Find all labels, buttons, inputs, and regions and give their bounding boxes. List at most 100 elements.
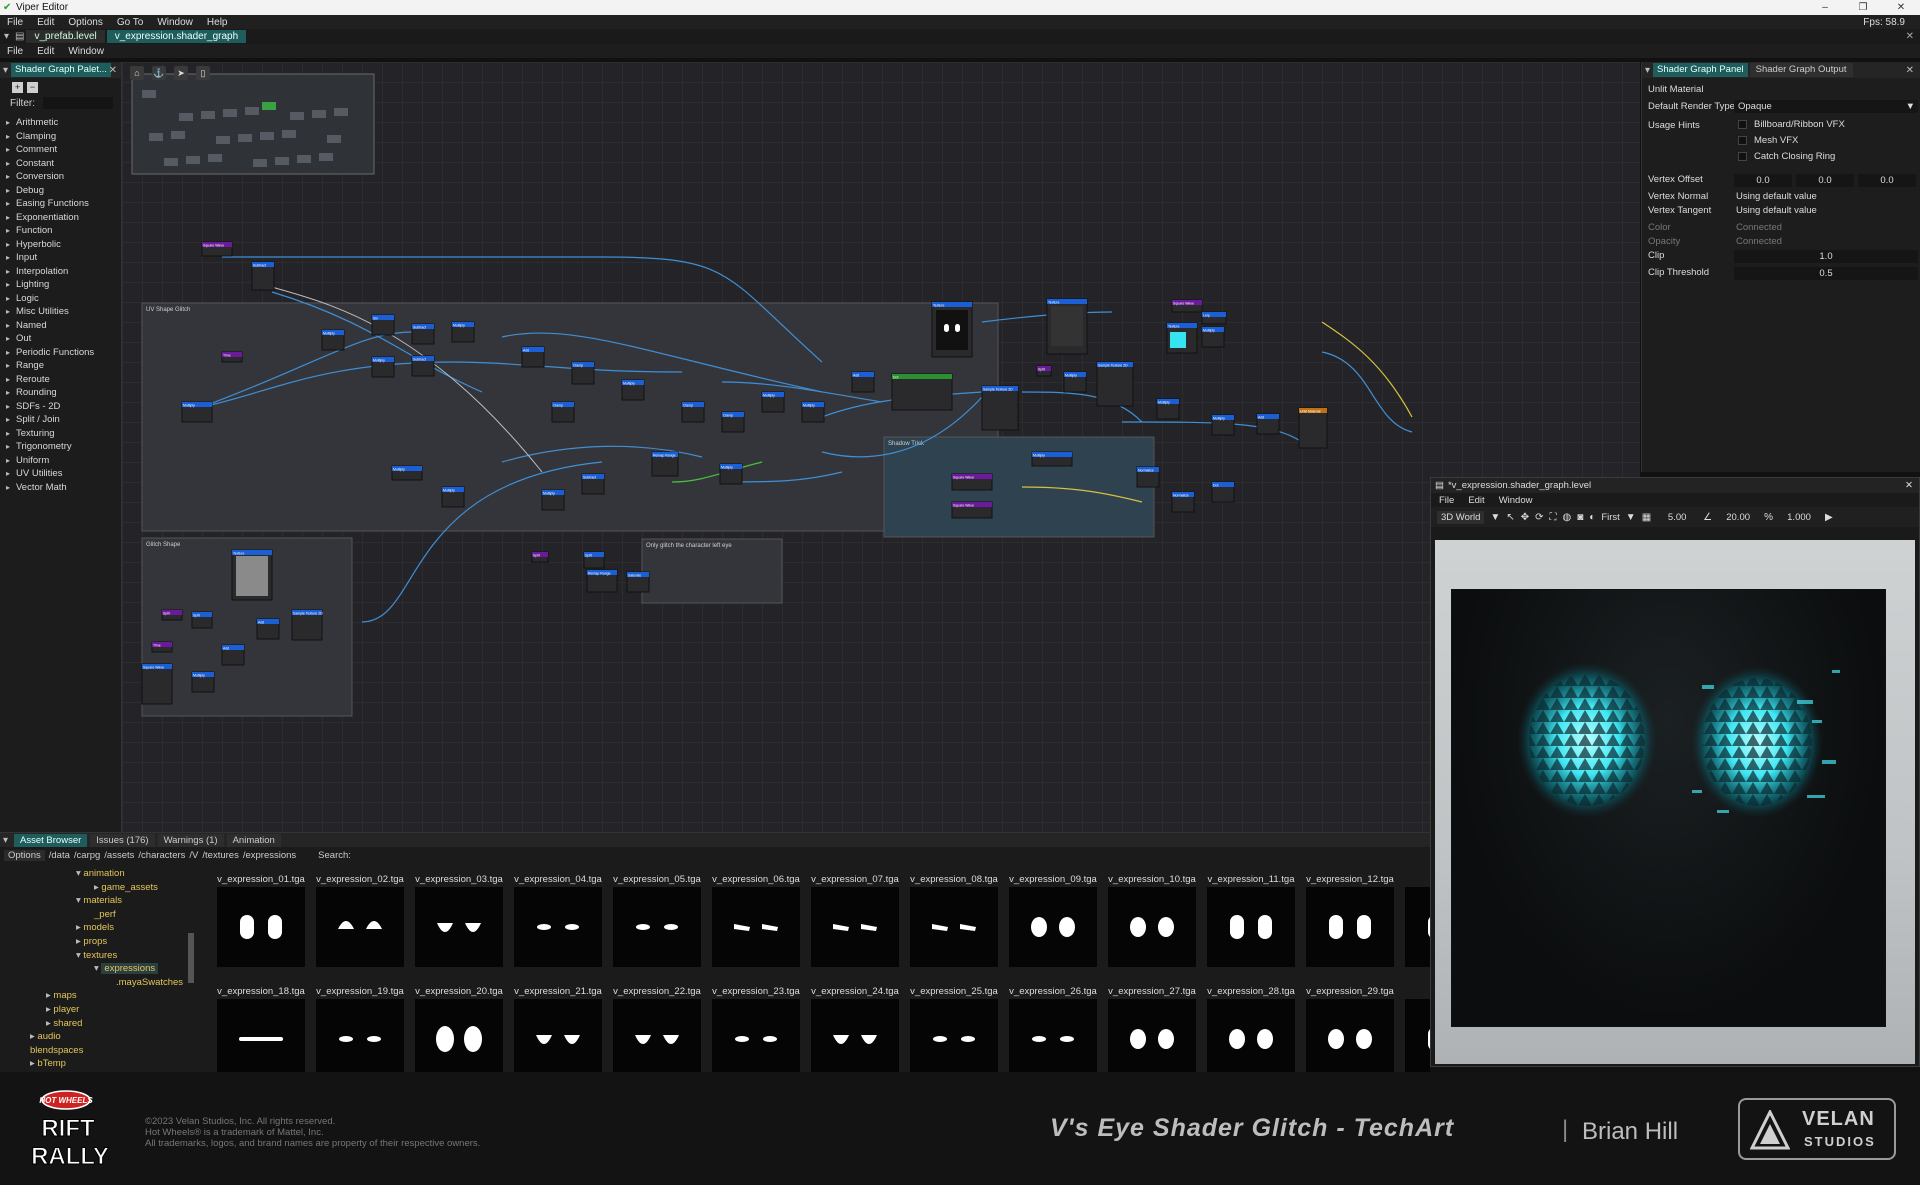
usage-hint-checkbox-1[interactable] [1738,120,1747,129]
asset-thumbnail[interactable]: v_expression_10.tga [1104,873,1200,981]
palette-category[interactable]: Periodic Functions [0,346,121,360]
graph-node[interactable] [1298,407,1328,449]
node-graph[interactable]: UV Shape Glitch Glitch Shape Only glitch t… [122,62,1640,832]
minimap-node[interactable] [253,159,267,167]
node-title[interactable]: Time [223,354,231,358]
tab-warnings[interactable]: Warnings (1) [157,833,224,847]
asset-thumbnail[interactable]: v_expression_11.tga [1203,873,1299,981]
asset-thumbnail[interactable]: v_ex [1401,985,1430,1073]
palette-category[interactable]: UV Utilities [0,467,121,481]
menu-edit[interactable]: Edit [30,17,61,28]
minimap-node[interactable] [260,132,274,140]
node-title[interactable]: Sample Texture 2D [983,388,1013,392]
node-title[interactable]: Subtract [583,476,596,480]
asset-thumbnail[interactable]: v_expression_24.tga [807,985,903,1073]
node-title[interactable]: Multiply [721,466,733,470]
minimap-node[interactable] [297,155,311,163]
tree-folder[interactable]: ▾ expressions [94,962,159,975]
minimap-node[interactable] [312,110,326,118]
asset-thumbnail[interactable]: v_expression_19.tga [312,985,408,1073]
tab-shader-graph[interactable]: v_expression.shader_graph [106,30,247,43]
node-title[interactable]: Normalize [1138,469,1154,473]
tree-folder[interactable]: ▸ shared [46,1017,82,1030]
graph-node[interactable] [1096,361,1134,407]
path-segment[interactable]: /characters [138,850,185,861]
globe-icon[interactable]: ◍ [1563,512,1572,523]
palette-category[interactable]: Trigonometry [0,440,121,454]
palette-category[interactable]: SDFs - 2D [0,400,121,414]
node-title[interactable]: Subtract [413,358,426,362]
viewport-menu-window[interactable]: Window [1499,495,1533,506]
grid-size[interactable]: 5.00 [1657,512,1697,523]
eye-shape[interactable] [955,324,960,332]
palette-category[interactable]: Hyperbolic [0,238,121,252]
maximize-button[interactable]: ❐ [1844,0,1882,15]
tree-folder[interactable]: ▸ game_assets [94,881,158,894]
node-title[interactable]: Multiply [543,492,555,496]
asset-thumbnail[interactable]: v_expression_09.tga [1005,873,1101,981]
palette-category[interactable]: Constant [0,157,121,171]
minimap-node[interactable] [208,154,222,162]
palette-category[interactable]: Debug [0,184,121,198]
submenu-window[interactable]: Window [61,46,111,57]
node-title[interactable]: Lerp [1203,314,1210,318]
world-select[interactable]: 3D World [1437,510,1485,524]
node-title[interactable]: Multiply [803,404,815,408]
asset-thumbnail[interactable]: v_expression_28.tga [1203,985,1299,1073]
node-title[interactable]: Dot [1213,484,1218,488]
options-button[interactable]: Options [4,849,45,861]
node-title[interactable]: Sin [373,317,378,321]
asset-thumbnail[interactable]: v_expression_02.tga [312,873,408,981]
tree-folder[interactable]: ▸ maps [46,989,77,1002]
submenu-edit[interactable]: Edit [30,46,61,57]
scale-tool-icon[interactable]: ⛶ [1550,512,1557,523]
minimap-node[interactable] [245,107,259,115]
node-title[interactable]: Unlit Material [1300,410,1321,414]
path-segment[interactable]: /carpg [74,850,100,861]
graph-node[interactable] [981,385,1019,431]
palette-category[interactable]: Interpolation [0,265,121,279]
minimap-node[interactable] [275,157,289,165]
minimize-button[interactable]: – [1806,0,1844,15]
tree-folder[interactable]: ▾ materials [76,894,122,907]
node-title[interactable]: Add [223,647,229,651]
close-icon[interactable]: ✕ [109,65,117,76]
expand-all-icon[interactable]: + [12,81,23,93]
angle-icon[interactable]: ∠ [1703,512,1712,523]
graph-node[interactable] [891,373,953,411]
node-title[interactable]: Texture [1168,325,1180,329]
asset-thumbnail[interactable]: v_expression_06.tga [708,873,804,981]
minimap-node[interactable] [290,112,304,120]
filter-input[interactable] [43,97,113,109]
palette-category[interactable]: Function [0,224,121,238]
asset-thumbnail[interactable]: v_expression_05.tga [609,873,705,981]
group-title[interactable]: Only glitch the character left eye [646,543,732,549]
node-title[interactable]: Remap Range [588,572,611,576]
path-segment[interactable]: /data [49,850,70,861]
node-title[interactable]: Add [853,374,859,378]
palette-category[interactable]: Conversion [0,170,121,184]
menu-goto[interactable]: Go To [110,17,151,28]
asset-thumbnail[interactable]: v_expression_21.tga [510,985,606,1073]
close-icon[interactable]: ✕ [1905,480,1913,491]
node-title[interactable]: Square Wave [953,476,974,480]
group-title[interactable]: Glitch Shape [146,542,181,548]
palette-category[interactable]: Split / Join [0,413,121,427]
node-title[interactable]: Multiply [453,324,465,328]
node-title[interactable]: Split [585,554,592,558]
path-segment[interactable]: /V [189,850,198,861]
graph-wire[interactable] [1321,321,1413,418]
node-title[interactable]: Clamp [723,414,733,418]
node-title[interactable]: Dot [893,376,898,380]
texture-preview[interactable] [236,556,268,596]
minimap-node[interactable] [238,134,252,142]
render-type-select[interactable]: Opaque ▼ [1734,100,1918,113]
node-title[interactable]: Multiply [373,359,385,363]
node-title[interactable]: Normalize [1173,494,1189,498]
node-title[interactable]: Multiply [1203,329,1215,333]
path-segment[interactable]: /expressions [243,850,296,861]
clip-input[interactable]: 1.0 [1734,250,1918,263]
node-title[interactable]: Remap Range [653,454,676,458]
node-title[interactable]: Clamp [553,404,563,408]
asset-thumbnail[interactable]: v_expression_22.tga [609,985,705,1073]
